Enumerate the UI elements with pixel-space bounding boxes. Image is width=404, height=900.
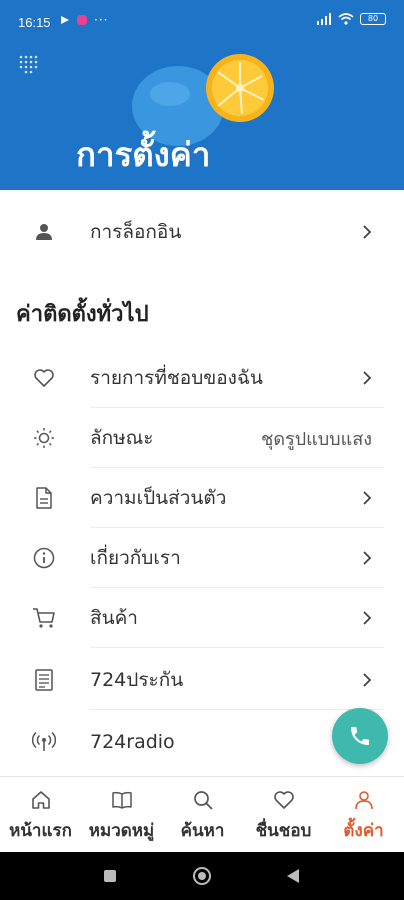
receipt-icon bbox=[32, 668, 56, 692]
theme-value: ชุดรูปแบบแสง bbox=[261, 428, 372, 450]
more-dots-icon: ··· bbox=[94, 13, 109, 27]
battery-level: 80 bbox=[367, 14, 379, 23]
chevron-right-icon bbox=[363, 551, 372, 565]
app-icon bbox=[77, 15, 87, 25]
recents-icon[interactable] bbox=[103, 869, 117, 883]
section-title: ค่าติดตั้งทั่วไป bbox=[16, 302, 149, 327]
nav-label: ค้นหา bbox=[180, 821, 225, 841]
wifi-icon bbox=[338, 13, 354, 25]
status-time: 16:15 bbox=[18, 15, 51, 30]
nav-label: หน้าแรก bbox=[9, 821, 72, 841]
nav-label: ชื่นชอบ bbox=[255, 821, 312, 841]
signal-icon bbox=[317, 13, 331, 25]
back-icon[interactable] bbox=[286, 868, 300, 884]
sun-icon bbox=[32, 426, 56, 450]
search-icon bbox=[193, 791, 213, 810]
divider bbox=[90, 709, 384, 710]
nav-home[interactable]: หน้าแรก bbox=[0, 777, 81, 853]
home-icon bbox=[31, 791, 50, 809]
nav-favorites[interactable]: ชื่นชอบ bbox=[243, 777, 324, 853]
nav-label: ตั้งค่า bbox=[343, 821, 384, 841]
login-row[interactable]: การล็อกอิน bbox=[0, 202, 404, 262]
settings-item-label: ความเป็นส่วนตัว bbox=[90, 487, 227, 509]
settings-item-label: 724radio bbox=[90, 731, 175, 753]
nav-categories[interactable]: หมวดหมู่ bbox=[81, 777, 162, 853]
nav-search[interactable]: ค้นหา bbox=[162, 777, 243, 853]
login-label: การล็อกอิน bbox=[90, 221, 182, 243]
settings-item-insurance[interactable]: 724ประกัน bbox=[0, 650, 404, 710]
settings-item-label: ลักษณะ bbox=[90, 427, 154, 449]
cart-icon bbox=[32, 606, 56, 630]
book-icon bbox=[111, 791, 132, 809]
home-button-icon[interactable] bbox=[192, 866, 212, 886]
settings-item-label: รายการที่ชอบของฉัน bbox=[90, 367, 263, 389]
battery-icon: 80 bbox=[360, 13, 386, 25]
phone-icon bbox=[351, 727, 369, 745]
call-button[interactable] bbox=[332, 708, 388, 764]
chevron-right-icon bbox=[363, 673, 372, 687]
settings-item-label: เกี่ยวกับเรา bbox=[90, 547, 181, 569]
settings-item-about[interactable]: เกี่ยวกับเรา bbox=[0, 528, 404, 588]
user-icon bbox=[354, 791, 373, 810]
settings-item-products[interactable]: สินค้า bbox=[0, 588, 404, 648]
settings-item-privacy[interactable]: ความเป็นส่วนตัว bbox=[0, 468, 404, 528]
settings-item-favorites[interactable]: รายการที่ชอบของฉัน bbox=[0, 348, 404, 408]
radio-icon bbox=[32, 730, 56, 754]
person-icon bbox=[32, 220, 56, 244]
bottom-nav: หน้าแรก หมวดหมู่ ค้นหา ชื่นชอบ ตั้งค่า bbox=[0, 776, 404, 852]
status-bar: 16:15 ··· 80 bbox=[0, 0, 404, 44]
settings-item-label: สินค้า bbox=[90, 607, 138, 629]
settings-item-label: 724ประกัน bbox=[90, 669, 184, 691]
chevron-right-icon bbox=[363, 225, 372, 239]
document-icon bbox=[32, 486, 56, 510]
notification-icons: ··· bbox=[60, 13, 108, 27]
divider bbox=[90, 647, 384, 648]
chevron-right-icon bbox=[363, 491, 372, 505]
info-icon bbox=[32, 546, 56, 570]
play-icon bbox=[61, 16, 69, 24]
settings-item-appearance[interactable]: ลักษณะ ชุดรูปแบบแสง bbox=[0, 408, 404, 468]
grid-dots-icon[interactable] bbox=[18, 54, 38, 74]
chevron-right-icon bbox=[363, 611, 372, 625]
nav-label: หมวดหมู่ bbox=[88, 821, 155, 841]
page-title: การตั้งค่า bbox=[76, 135, 211, 174]
chevron-right-icon bbox=[363, 371, 372, 385]
heart-icon bbox=[273, 791, 294, 809]
system-status-icons: 80 bbox=[316, 13, 386, 25]
system-nav-bar bbox=[0, 852, 404, 900]
nav-settings[interactable]: ตั้งค่า bbox=[323, 777, 404, 853]
header-banner: 16:15 ··· 80 การตั้งค่า bbox=[0, 0, 404, 190]
heart-icon bbox=[32, 366, 56, 390]
